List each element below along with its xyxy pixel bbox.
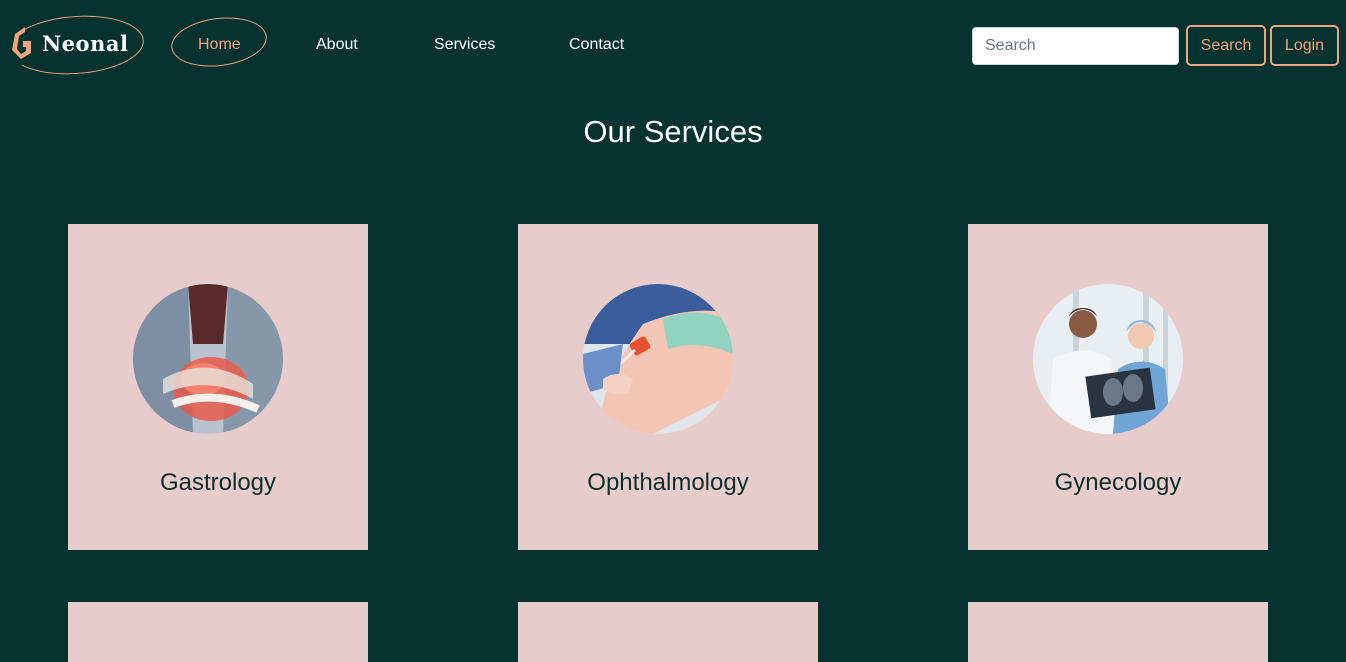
service-title: Ophthalmology: [587, 469, 749, 496]
service-title: Gynecology: [1054, 469, 1182, 496]
logo-mark-icon: [12, 27, 31, 59]
knee-reflex-photo-icon: [583, 284, 733, 434]
nav-link-home[interactable]: Home: [168, 12, 270, 72]
navbar: Neonal Home About Services Contact Searc…: [0, 0, 1346, 92]
service-card[interactable]: [968, 602, 1268, 662]
nav-link-home-label: Home: [198, 36, 241, 53]
login-button[interactable]: Login: [1270, 25, 1339, 66]
nav-link-contact[interactable]: Contact: [569, 36, 624, 54]
search-input[interactable]: [972, 27, 1179, 65]
service-card-gastrology[interactable]: Gastrology: [68, 224, 368, 550]
brand-name: Neonal: [42, 31, 129, 56]
nav-link-services[interactable]: Services: [434, 36, 495, 54]
service-card[interactable]: [68, 602, 368, 662]
search-button[interactable]: Search: [1186, 25, 1266, 66]
stomach-photo-icon: [133, 284, 283, 434]
page-title: Our Services: [583, 114, 763, 149]
service-card-gynecology[interactable]: Gynecology: [968, 224, 1268, 550]
doctors-xray-photo-icon: [1033, 284, 1183, 434]
service-card-ophthalmology[interactable]: Ophthalmology: [518, 224, 818, 550]
service-card[interactable]: [518, 602, 818, 662]
brand-logo[interactable]: Neonal: [6, 11, 146, 79]
service-title: Gastrology: [159, 469, 277, 496]
nav-link-about[interactable]: About: [316, 36, 358, 54]
